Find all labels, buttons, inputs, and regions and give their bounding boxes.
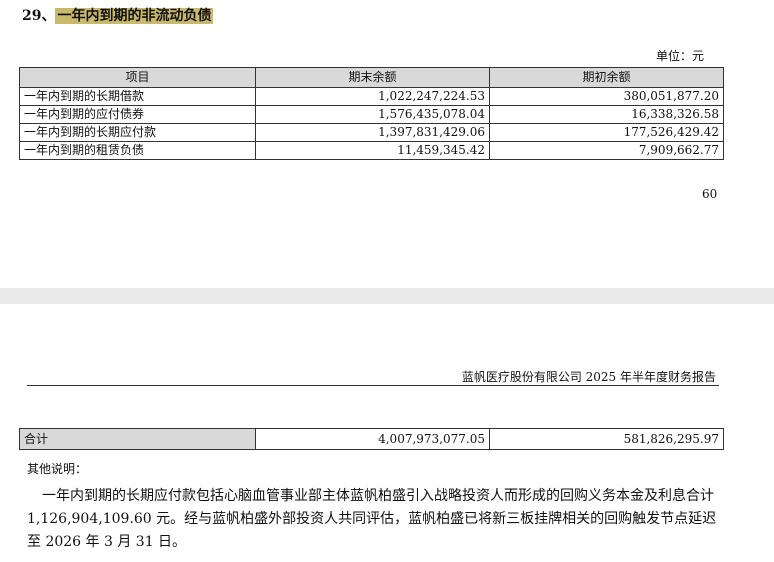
section-title-text: 一年内到期的非流动负债 [55,8,214,24]
row-end-balance: 1,397,831,429.06 [255,123,490,142]
total-label: 合计 [19,428,256,450]
table-row: 一年内到期的长期借款 1,022,247,224.53 380,051,877.… [19,87,725,106]
page-gap [0,288,774,304]
total-row: 合计 4,007,973,077.05 581,826,295.97 [19,428,725,450]
table-row: 一年内到期的长期应付款 1,397,831,429.06 177,526,429… [19,123,725,142]
header-item: 项目 [19,67,256,88]
row-label: 一年内到期的长期借款 [19,87,256,106]
row-label: 一年内到期的应付债券 [19,105,256,124]
total-table: 合计 4,007,973,077.05 581,826,295.97 [19,428,725,450]
note-text: 一年内到期的长期应付款包括心脑血管事业部主体蓝帆柏盛引入战略投资人而形成的回购义… [27,488,717,550]
row-label: 一年内到期的长期应付款 [19,123,256,142]
unit-label: 单位：元 [655,49,704,63]
row-end-balance: 11,459,345.42 [255,141,490,160]
header-divider [27,385,719,386]
table-row: 一年内到期的租赁负债 11,459,345.42 7,909,662.77 [19,141,725,160]
row-end-balance: 1,576,435,078.04 [255,105,490,124]
row-label: 一年内到期的租赁负债 [19,141,256,160]
section-number: 29、 [22,8,56,24]
table-header-row: 项目 期末余额 期初余额 [19,67,725,88]
table-row: 一年内到期的应付债券 1,576,435,078.04 16,338,326.5… [19,105,725,124]
liabilities-table: 项目 期末余额 期初余额 一年内到期的长期借款 1,022,247,224.53… [19,67,725,160]
report-header: 蓝帆医疗股份有限公司 2025 年半年度财务报告 [461,370,716,384]
row-begin-balance: 16,338,326.58 [488,105,725,124]
row-end-balance: 1,022,247,224.53 [255,87,490,106]
section-title: 29、 一年内到期的非流动负债 [22,5,214,25]
page-number: 60 [702,187,718,201]
header-begin-balance: 期初余额 [488,67,725,88]
row-begin-balance: 7,909,662.77 [488,141,725,160]
total-end-balance: 4,007,973,077.05 [255,428,490,450]
note-label: 其他说明： [27,462,88,476]
header-end-balance: 期末余额 [255,67,490,88]
row-begin-balance: 177,526,429.42 [488,123,725,142]
total-begin-balance: 581,826,295.97 [488,428,725,450]
row-begin-balance: 380,051,877.20 [488,87,725,106]
